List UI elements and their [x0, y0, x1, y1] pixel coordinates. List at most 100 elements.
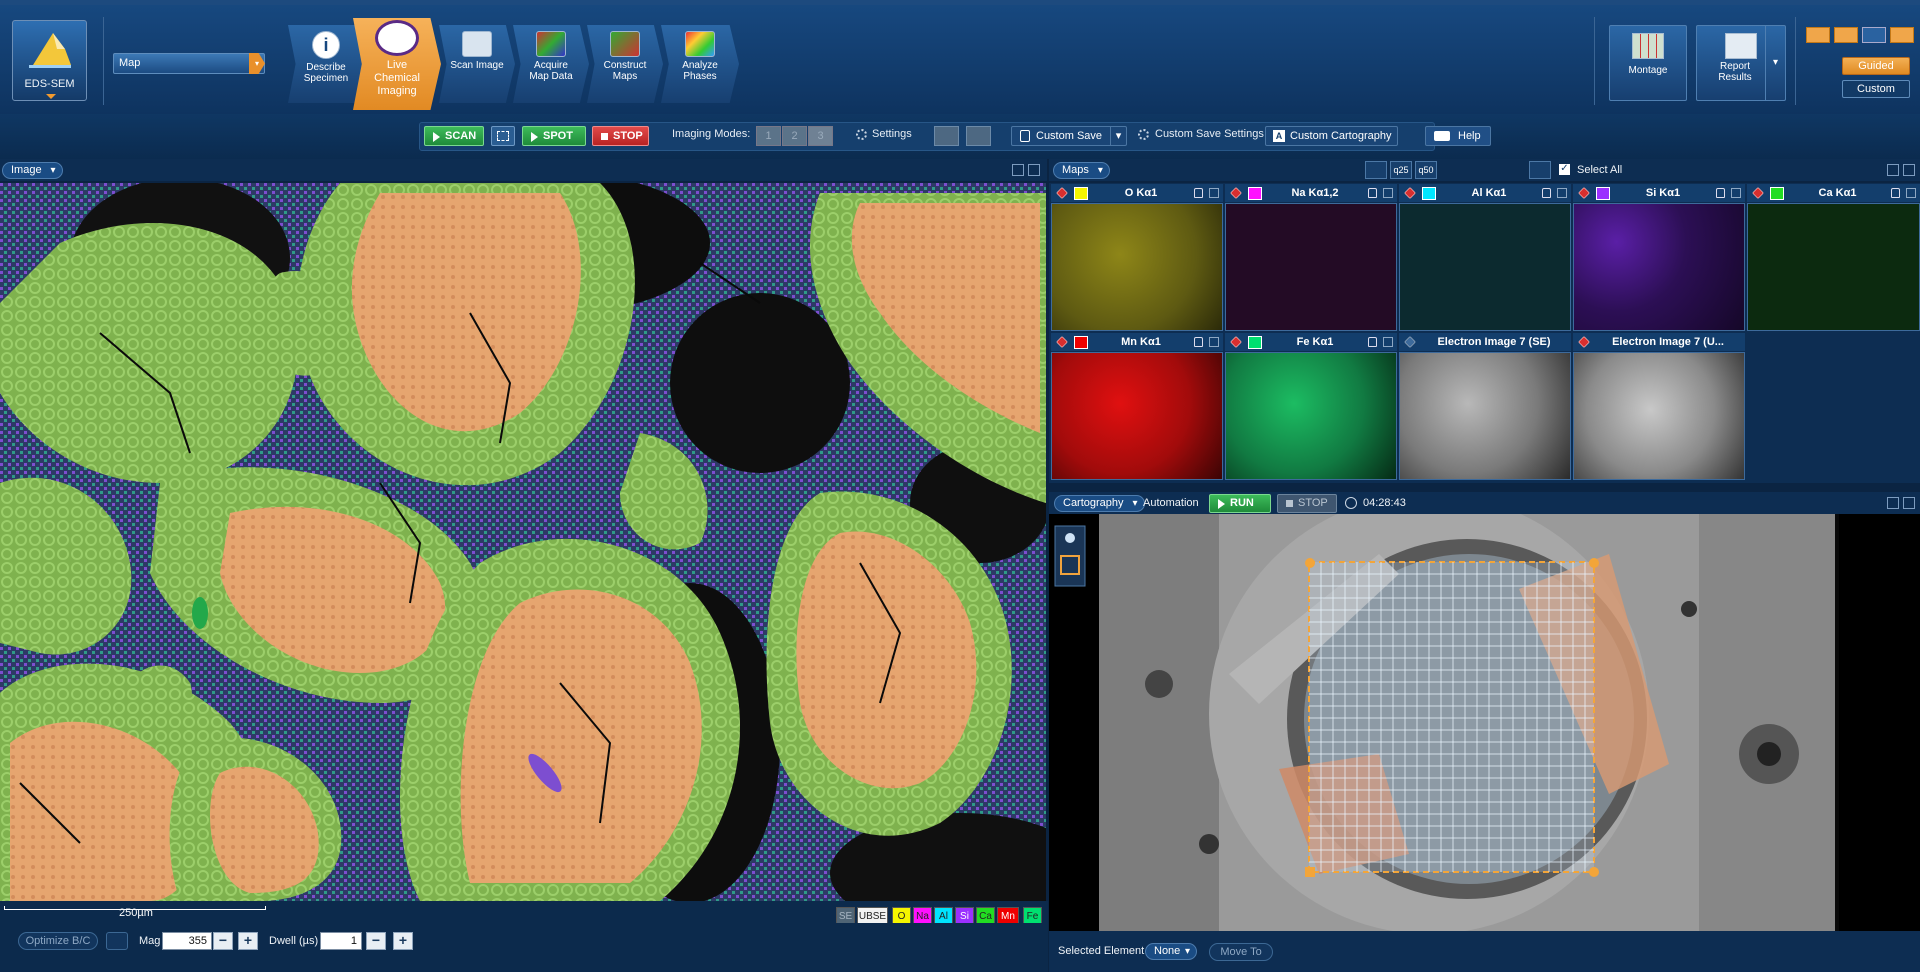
live-chemical-image[interactable]: [0, 183, 1046, 901]
download-icon[interactable]: [1383, 188, 1393, 198]
navigation-camera-view[interactable]: [1049, 514, 1920, 931]
step-describe-specimen[interactable]: i Describe Specimen: [288, 25, 364, 103]
montage-button[interactable]: Montage: [1609, 25, 1687, 101]
optimize-bc-button[interactable]: Optimize B/C: [18, 932, 98, 950]
stop-button[interactable]: STOP: [592, 126, 649, 146]
custom-mode-button[interactable]: Custom: [1842, 80, 1910, 98]
expand-icon[interactable]: [1887, 164, 1899, 176]
imaging-mode-3[interactable]: 3: [808, 126, 833, 146]
move-to-button[interactable]: Move To: [1209, 943, 1273, 961]
imaging-modes-label: Imaging Modes:: [672, 128, 751, 140]
zoom-25-button[interactable]: q25: [1390, 161, 1412, 179]
download-icon[interactable]: [1557, 188, 1567, 198]
image-tool-icon[interactable]: [966, 126, 991, 146]
spot-button[interactable]: SPOT: [522, 126, 586, 146]
report-dropdown-icon[interactable]: ▾: [1765, 26, 1785, 100]
map-tile-header-al[interactable]: Al Kα1: [1399, 184, 1571, 202]
layout-1-icon[interactable]: [1806, 27, 1830, 43]
mag-input[interactable]: 355: [162, 932, 212, 950]
mode-select[interactable]: Map ▾: [113, 53, 265, 74]
map-tile-fe[interactable]: [1225, 352, 1397, 480]
layout-4-icon[interactable]: [1890, 27, 1914, 43]
popout-icon[interactable]: [1028, 164, 1040, 176]
maps-view-dropdown[interactable]: Maps: [1053, 162, 1110, 179]
dwell-increase-button[interactable]: +: [393, 932, 413, 950]
zoom-50-button[interactable]: q50: [1415, 161, 1437, 179]
step-live-chemical-imaging[interactable]: Live Chemical Imaging: [353, 18, 441, 110]
layers-icon[interactable]: [1529, 161, 1551, 179]
popout-icon[interactable]: [1903, 164, 1915, 176]
imaging-mode-1[interactable]: 1: [756, 126, 781, 146]
download-icon[interactable]: [1731, 188, 1741, 198]
map-tile-header-ca[interactable]: Ca Kα1: [1747, 184, 1920, 202]
map-tile-si[interactable]: [1573, 203, 1745, 331]
settings-button[interactable]: Settings: [872, 128, 912, 140]
map-tile-header-o[interactable]: O Kα1: [1051, 184, 1223, 202]
lock-icon[interactable]: [1368, 188, 1377, 198]
map-tile-header-mn[interactable]: Mn Kα1: [1051, 333, 1223, 351]
auto-adjust-icon[interactable]: [106, 932, 128, 950]
layout-2-icon[interactable]: [1834, 27, 1858, 43]
map-tile-al[interactable]: [1399, 203, 1571, 331]
expand-icon[interactable]: [1012, 164, 1024, 176]
line-scan-icon[interactable]: [1365, 161, 1387, 179]
imaging-mode-2[interactable]: 2: [782, 126, 807, 146]
automation-run-button[interactable]: RUN: [1209, 494, 1271, 513]
download-icon[interactable]: [1906, 188, 1916, 198]
color-swatch[interactable]: [1248, 336, 1262, 349]
lock-icon[interactable]: [1542, 188, 1551, 198]
dwell-decrease-button[interactable]: −: [366, 932, 386, 950]
color-swatch[interactable]: [1074, 187, 1088, 200]
map-tile-mn[interactable]: [1051, 352, 1223, 480]
custom-cartography-button[interactable]: A Custom Cartography: [1265, 126, 1398, 146]
automation-stop-button[interactable]: STOP: [1277, 494, 1337, 513]
custom-save-settings-button[interactable]: Custom Save Settings: [1155, 128, 1264, 140]
mag-increase-button[interactable]: +: [238, 932, 258, 950]
electron-image-ubse[interactable]: [1573, 352, 1745, 480]
custom-save-button[interactable]: Custom Save ▾: [1011, 126, 1127, 146]
lock-icon[interactable]: [1891, 188, 1900, 198]
download-icon[interactable]: [1209, 337, 1219, 347]
step-analyze-phases[interactable]: Analyze Phases: [661, 25, 739, 103]
selected-element-dropdown[interactable]: None: [1145, 943, 1197, 960]
map-tile-header-si[interactable]: Si Kα1: [1573, 184, 1745, 202]
lock-icon[interactable]: [1194, 188, 1203, 198]
map-tile-header-se[interactable]: Electron Image 7 (SE): [1399, 333, 1571, 351]
download-icon[interactable]: [1383, 337, 1393, 347]
select-all-checkbox[interactable]: ✓: [1559, 164, 1570, 175]
color-swatch[interactable]: [1074, 336, 1088, 349]
map-tile-na[interactable]: [1225, 203, 1397, 331]
image-view-dropdown[interactable]: Image: [2, 162, 63, 179]
report-results-button[interactable]: Report Results ▾: [1696, 25, 1786, 101]
image-tool-icon[interactable]: [934, 126, 959, 146]
step-construct-maps[interactable]: Construct Maps: [587, 25, 663, 103]
lock-icon[interactable]: [1368, 337, 1377, 347]
expand-icon[interactable]: [1887, 497, 1899, 509]
chevron-down-icon[interactable]: ▾: [1110, 127, 1126, 145]
scan-button[interactable]: SCAN: [424, 126, 484, 146]
lock-icon[interactable]: [1194, 337, 1203, 347]
download-icon[interactable]: [1209, 188, 1219, 198]
step-scan-image[interactable]: Scan Image: [439, 25, 515, 103]
map-tile-header-na[interactable]: Na Kα1,2: [1225, 184, 1397, 202]
frame-select-icon[interactable]: [491, 126, 515, 146]
color-swatch[interactable]: [1248, 187, 1262, 200]
popout-icon[interactable]: [1903, 497, 1915, 509]
guided-mode-button[interactable]: Guided: [1842, 57, 1910, 75]
layout-3-icon[interactable]: [1862, 27, 1886, 43]
step-acquire-map-data[interactable]: Acquire Map Data: [513, 25, 589, 103]
map-tile-header-fe[interactable]: Fe Kα1: [1225, 333, 1397, 351]
color-swatch[interactable]: [1770, 187, 1784, 200]
map-tile-o[interactable]: [1051, 203, 1223, 331]
help-button[interactable]: Help: [1425, 126, 1491, 146]
color-swatch[interactable]: [1422, 187, 1436, 200]
map-tile-ca[interactable]: [1747, 203, 1920, 331]
dwell-input[interactable]: 1: [320, 932, 362, 950]
cartography-dropdown[interactable]: Cartography: [1054, 495, 1145, 512]
color-swatch[interactable]: [1596, 187, 1610, 200]
map-tile-header-ubse[interactable]: Electron Image 7 (U...: [1573, 333, 1745, 351]
electron-image-se[interactable]: [1399, 352, 1571, 480]
mag-decrease-button[interactable]: −: [213, 932, 233, 950]
lock-icon[interactable]: [1716, 188, 1725, 198]
eds-sem-app-button[interactable]: EDS-SEM: [12, 20, 87, 101]
